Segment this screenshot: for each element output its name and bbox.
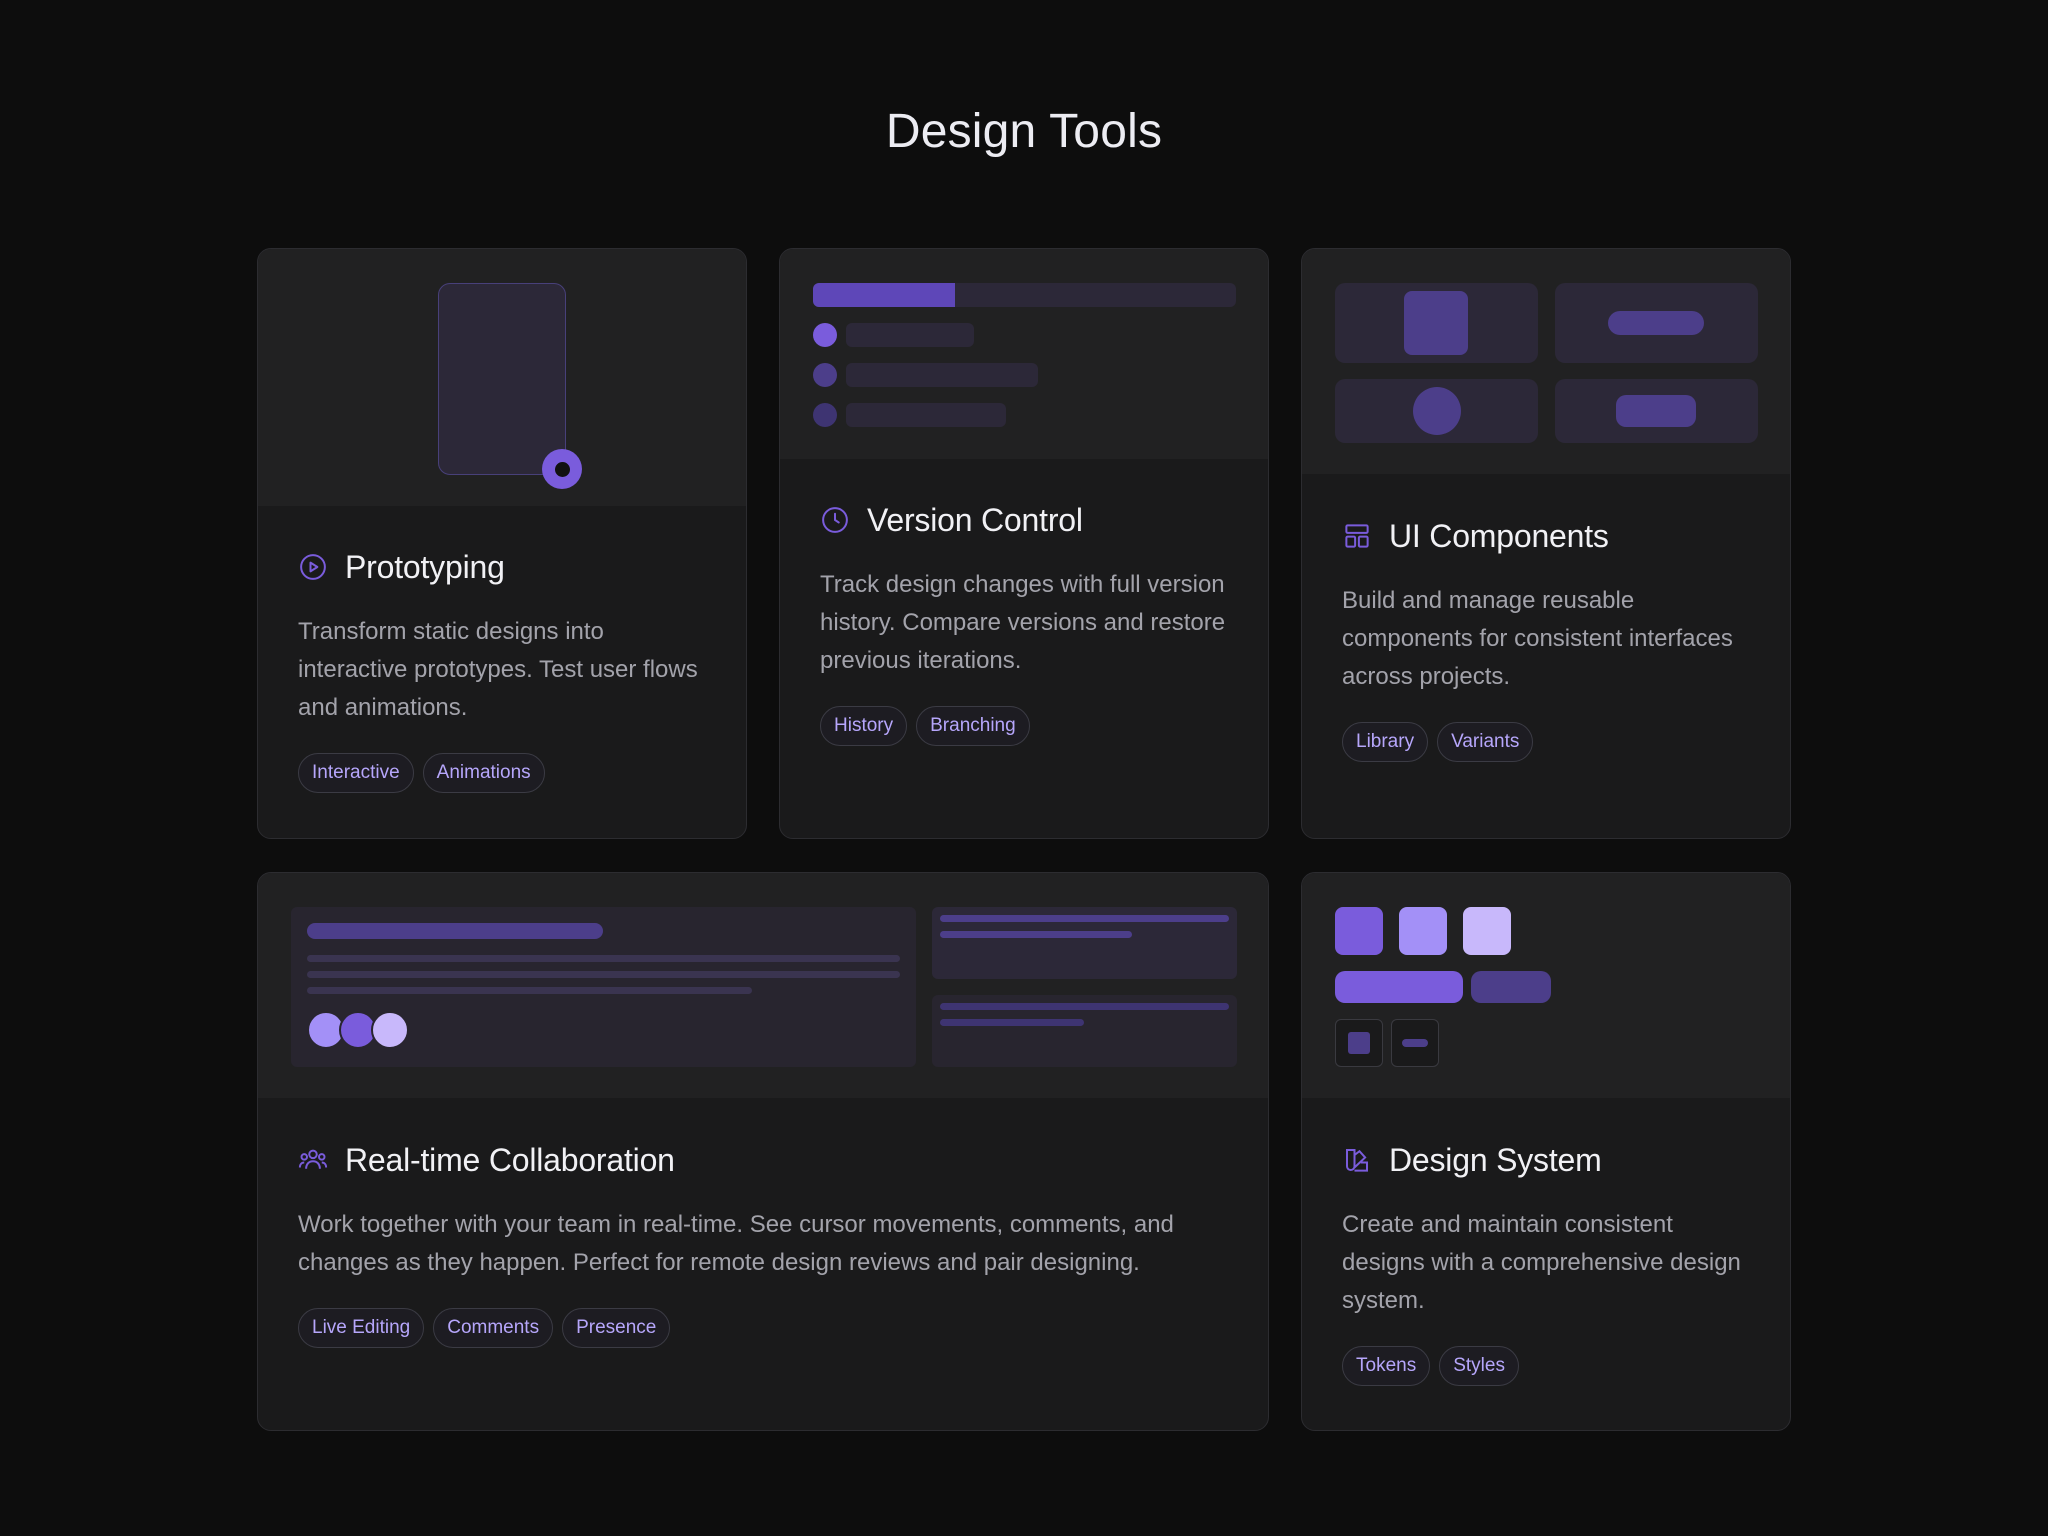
card-description: Transform static designs into interactiv…	[298, 618, 698, 721]
tag-variants[interactable]: Variants	[1437, 722, 1534, 762]
component-tile	[1335, 283, 1538, 363]
history-bar	[846, 403, 1006, 427]
color-swatch	[1399, 907, 1447, 955]
tag-list: Live Editing Comments Presence	[298, 1308, 1232, 1348]
progress-track	[813, 283, 1236, 307]
card-description: Track design changes with full version h…	[820, 571, 1226, 674]
history-dot	[813, 403, 837, 427]
card-description: Create and maintain consistent designs w…	[1342, 1211, 1741, 1314]
play-circle-icon	[298, 552, 328, 582]
history-dot	[813, 323, 837, 347]
history-bar	[846, 363, 1038, 387]
color-swatch	[1463, 907, 1511, 955]
card-ui-components[interactable]: UI Components Build and manage reusable …	[1301, 248, 1791, 839]
phone-mockup	[438, 283, 566, 475]
checkbox-token	[1335, 1019, 1383, 1067]
preview-ui-components	[1302, 249, 1790, 474]
component-tile	[1555, 283, 1758, 363]
button-token	[1335, 971, 1463, 1003]
card-title: Real-time Collaboration	[345, 1141, 675, 1178]
card-prototyping[interactable]: Prototyping Transform static designs int…	[257, 248, 747, 839]
card-version-control[interactable]: Version Control Track design changes wit…	[779, 248, 1269, 839]
card-design-system[interactable]: Design System Create and maintain consis…	[1301, 872, 1791, 1431]
preview-version-control	[780, 249, 1268, 459]
tag-history[interactable]: History	[820, 706, 908, 746]
cursor-dot	[542, 449, 582, 489]
card-title: Version Control	[867, 501, 1083, 538]
users-icon	[298, 1145, 328, 1175]
comment-panel	[932, 995, 1237, 1067]
tag-presence[interactable]: Presence	[562, 1308, 671, 1348]
tag-live-editing[interactable]: Live Editing	[298, 1308, 425, 1348]
tag-list: Tokens Styles	[1342, 1346, 1754, 1386]
swatch-icon	[1342, 1145, 1372, 1175]
tag-list: Library Variants	[1342, 722, 1754, 762]
history-bar	[846, 323, 974, 347]
tag-comments[interactable]: Comments	[433, 1308, 554, 1348]
card-description: Build and manage reusable components for…	[1342, 587, 1733, 690]
layout-icon	[1342, 521, 1372, 551]
tag-tokens[interactable]: Tokens	[1342, 1346, 1431, 1386]
history-dot	[813, 363, 837, 387]
preview-design-system	[1302, 873, 1790, 1098]
progress-fill	[813, 283, 955, 307]
avatar	[371, 1011, 409, 1049]
preview-prototyping	[258, 249, 746, 506]
card-realtime-collaboration[interactable]: Real-time Collaboration Work together wi…	[257, 872, 1269, 1431]
preview-collaboration	[258, 873, 1268, 1098]
button-token	[1471, 971, 1551, 1003]
page-title: Design Tools	[885, 105, 1163, 158]
tag-branching[interactable]: Branching	[916, 706, 1030, 746]
toggle-token	[1391, 1019, 1439, 1067]
card-title: Design System	[1389, 1141, 1602, 1178]
editor-panel	[291, 907, 916, 1067]
component-tile	[1555, 379, 1758, 443]
tag-animations[interactable]: Animations	[422, 753, 545, 793]
card-title: UI Components	[1389, 517, 1609, 554]
tag-interactive[interactable]: Interactive	[298, 753, 414, 793]
card-description: Work together with your team in real-tim…	[298, 1211, 1174, 1276]
comment-panel	[932, 907, 1237, 979]
clock-icon	[820, 505, 850, 535]
tag-list: Interactive Animations	[298, 753, 710, 793]
tag-styles[interactable]: Styles	[1439, 1346, 1519, 1386]
tag-list: History Branching	[820, 706, 1232, 746]
tag-library[interactable]: Library	[1342, 722, 1429, 762]
card-title: Prototyping	[345, 548, 505, 585]
color-swatch	[1335, 907, 1383, 955]
component-tile	[1335, 379, 1538, 443]
